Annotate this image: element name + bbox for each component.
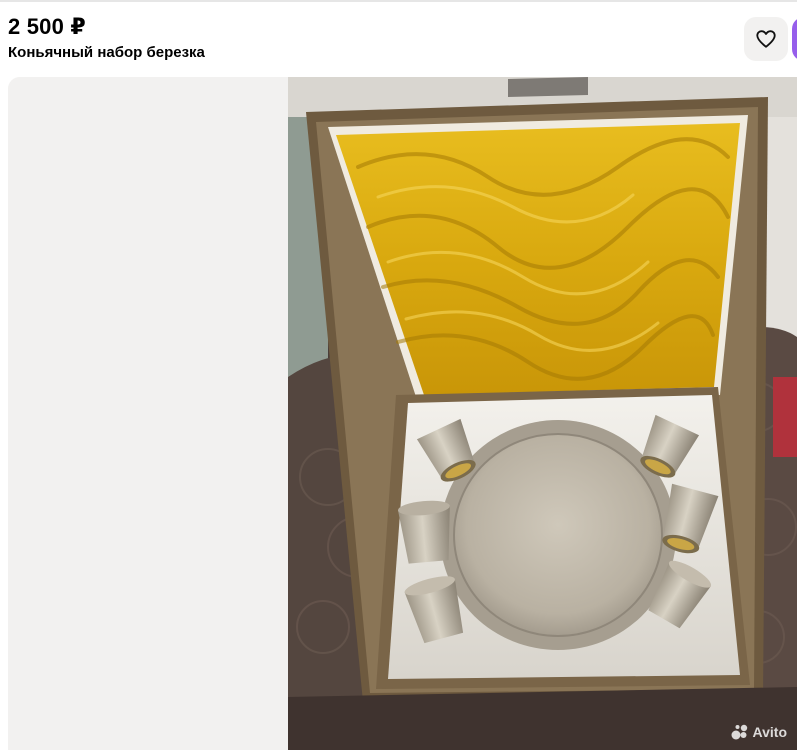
listing-price: 2 500 ₽ [8,14,86,39]
product-photo[interactable]: Avito [288,77,797,750]
cognac-set-illustration [288,77,797,750]
gallery-placeholder [8,77,288,750]
top-divider [0,0,797,2]
contact-button-edge[interactable] [792,17,797,61]
avito-logo-icon [731,724,747,740]
heart-icon [756,30,776,48]
avito-watermark: Avito [731,724,787,740]
favorite-button[interactable] [744,17,788,61]
photo-gallery[interactable]: Avito [8,77,797,750]
listing-title[interactable]: Коньячный набор березка [8,44,205,61]
watermark-text: Avito [752,724,787,740]
